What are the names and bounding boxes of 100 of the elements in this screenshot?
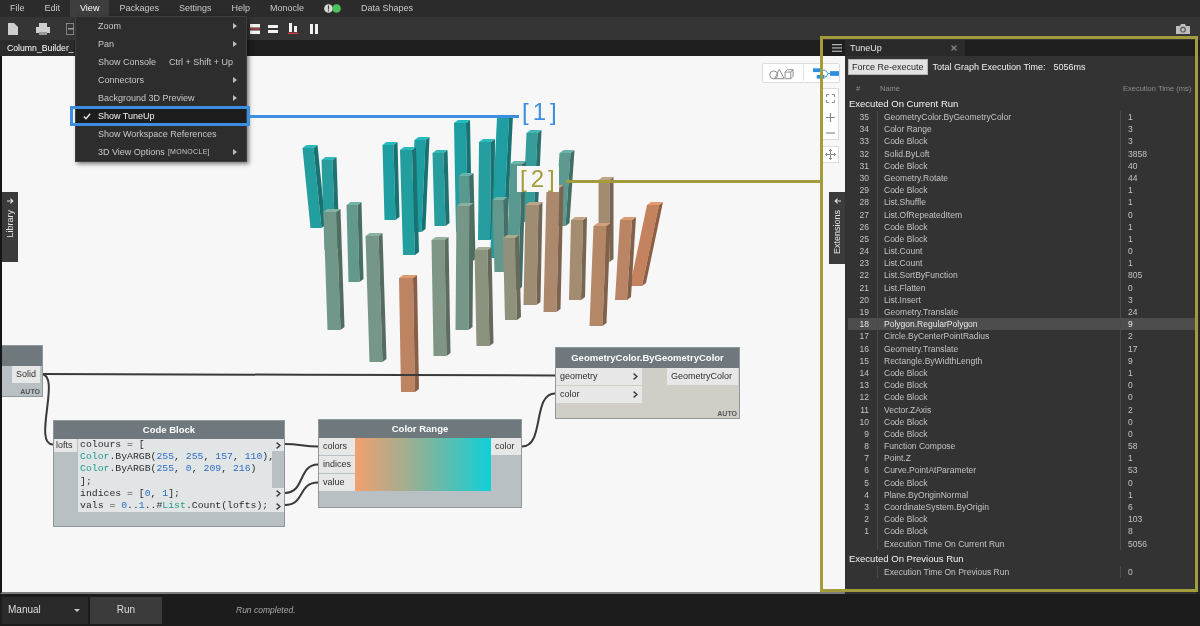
menu-item[interactable]: Help [221,0,260,17]
table-row[interactable]: 4 Plane.ByOriginNormal 1 [848,488,1196,501]
menu-item[interactable]: Connectors [76,72,246,88]
table-row[interactable]: 16 Geometry.Translate 17 [848,342,1196,355]
time-cell-text: 1 [1127,111,1134,124]
status-message: Run completed. [236,604,296,616]
output-port[interactable]: GeometryColor [667,368,738,385]
input-port[interactable]: colors [319,438,355,455]
index-cell: 35 [848,111,878,124]
time-cell-text: 3 [1127,123,1134,136]
table-row[interactable]: Execution Time On Previous Run 0 [848,565,1196,578]
input-port[interactable]: geometry [556,368,642,385]
table-row[interactable]: 15 Rectangle.ByWidthLength 9 [848,354,1196,367]
menu-icon[interactable] [832,44,842,52]
input-port[interactable]: color [556,386,642,403]
document-icon[interactable] [8,22,18,35]
table-row[interactable]: 11 Vector.ZAxis 2 [848,403,1196,416]
menu-item[interactable]: File [0,0,35,17]
group-heading: Executed On Current Run [848,96,960,111]
force-reexecute-button[interactable]: Force Re-execute [848,59,928,75]
zoom-in-icon[interactable] [826,113,835,122]
table-row[interactable]: 14 Code Block 1 [848,366,1196,380]
table-row[interactable]: 32 Solid.ByLoft 3858 [848,147,1196,160]
table-row[interactable]: 33 Code Block 3 [848,135,1196,148]
geometry-view-icon[interactable] [769,66,794,80]
table-row[interactable]: 30 Geometry.Rotate 44 [848,171,1196,185]
extensions-tab[interactable]: Extensions [829,192,845,264]
input-port[interactable]: lofts [54,439,77,452]
run-button[interactable]: Run [90,596,162,624]
table-row[interactable]: 26 Code Block 1 [848,220,1196,233]
chevron-icon [633,373,638,380]
menu-item[interactable]: Packages [109,0,169,17]
menu-item[interactable]: Edit [34,0,71,17]
close-icon[interactable] [951,45,957,51]
table-row[interactable]: 12 Code Block 0 [848,391,1196,404]
table-row[interactable]: 1 Code Block 8 [848,525,1196,538]
table-row[interactable]: 34 Color Range 3 [848,123,1196,136]
output-port[interactable]: Solid [12,366,40,383]
menu-item[interactable]: Data Shapes [351,0,424,17]
output-port[interactable]: color [491,438,521,455]
index-cell: 33 [848,135,878,148]
time-cell-text: 53 [1127,464,1139,477]
table-row[interactable]: 27 List.OfRepeatedItem 0 [848,208,1196,221]
code-block-node[interactable]: Code Block lofts colours = [ Color.ByARGB(255, 255, 157, 110), Color.ByARGB(255, 0, 209, 216) ]; indices = [0, 1]; vals = 0..1..#List.Count(lofts); [53,420,285,527]
stacked-bars-icon[interactable] [250,23,260,34]
index-cell: 25 [848,232,878,246]
table-row[interactable]: 9 Code Block 0 [848,427,1196,441]
code-editor[interactable]: colours = [ Color.ByARGB(255, 255, 157, 110), Color.ByARGB(255, 0, 209, 216) ]; indices = [0, 1]; vals = 0..1..#List.Count(lofts); [78,439,272,513]
panel-tab[interactable]: TuneUp [845,40,965,56]
menu-item[interactable]: Show Console Ctrl + Shift + Up [76,54,246,70]
table-row[interactable]: 21 List.Flatten 0 [848,281,1196,294]
output-port[interactable] [272,439,284,452]
color-range-node[interactable]: Color Range colors indices value color [318,419,522,508]
table-row[interactable]: 3 CoordinateSystem.ByOrigin 6 [848,501,1196,514]
menu-item[interactable]: Pan [76,36,246,52]
menu-item[interactable]: Settings [168,0,222,17]
table-row[interactable]: 25 Code Block 1 [848,232,1196,246]
table-row[interactable]: 29 Code Block 1 [848,184,1196,197]
table-row[interactable]: 20 List.Insert 3 [848,293,1196,306]
menu-item[interactable]: Show Workspace References [76,126,246,142]
table-row[interactable]: 24 List.Count 0 [848,245,1196,258]
name-cell: Execution Time On Current Run [878,537,1121,550]
name-cell: GeometryColor.ByGeometryColor [878,111,1121,124]
total-time-value: 5056ms [1053,61,1086,73]
camera-icon[interactable] [1176,23,1190,34]
page-icon[interactable] [66,22,74,35]
menu-item[interactable]: Background 3D Preview [76,90,246,106]
file-tab[interactable]: Column_Builder_ [0,40,74,56]
input-port[interactable]: indices [319,456,355,473]
library-tab[interactable]: Library [2,192,18,262]
node-header: Code Block [54,421,284,439]
status-indicator-icon[interactable] [324,4,341,13]
table-row[interactable]: 2 Code Block 103 [848,513,1196,526]
fit-view-icon[interactable] [826,94,835,103]
menu-item[interactable]: Zoom [76,18,246,34]
equal-bars-icon[interactable] [268,23,278,34]
time-cell-text: 1 [1127,232,1134,246]
vertical-bars-icon[interactable] [310,23,318,34]
run-mode-dropdown[interactable]: Manual [2,596,88,624]
table-row[interactable]: Execution Time On Current Run 5056 [848,537,1196,550]
table-row[interactable]: 8 Function Compose 58 [848,440,1196,453]
table-row[interactable]: 7 Point.Z 1 [848,452,1196,465]
table-row[interactable]: 22 List.SortByFunction 805 [848,269,1196,282]
menu-item[interactable]: View [70,0,110,17]
index-cell: 12 [848,391,878,404]
input-port[interactable]: value [319,474,355,491]
table-row[interactable]: 10 Code Block 0 [848,415,1196,428]
menu-item[interactable]: Monocle [259,0,314,17]
table-row[interactable]: 13 Code Block 0 [848,379,1196,392]
table-row[interactable]: 18 Polygon.RegularPolygon 9 [848,318,1196,331]
table-row[interactable]: 28 List.Shuffle 1 [848,196,1196,209]
bottom-align-icon[interactable] [288,23,298,34]
table-row[interactable]: 5 Code Block 0 [848,476,1196,489]
graph-view-icon[interactable] [812,66,839,80]
table-row[interactable]: 35 GeometryColor.ByGeometryColor 1 [848,111,1196,124]
table-row[interactable]: 17 Circle.ByCenterPointRadius 2 [848,330,1196,343]
table-row[interactable]: 23 List.Count 1 [848,257,1196,270]
table-row[interactable]: 31 Code Block 40 [848,159,1196,172]
printer-icon[interactable] [36,22,50,35]
table-row[interactable]: 6 Curve.PointAtParameter 53 [848,464,1196,477]
